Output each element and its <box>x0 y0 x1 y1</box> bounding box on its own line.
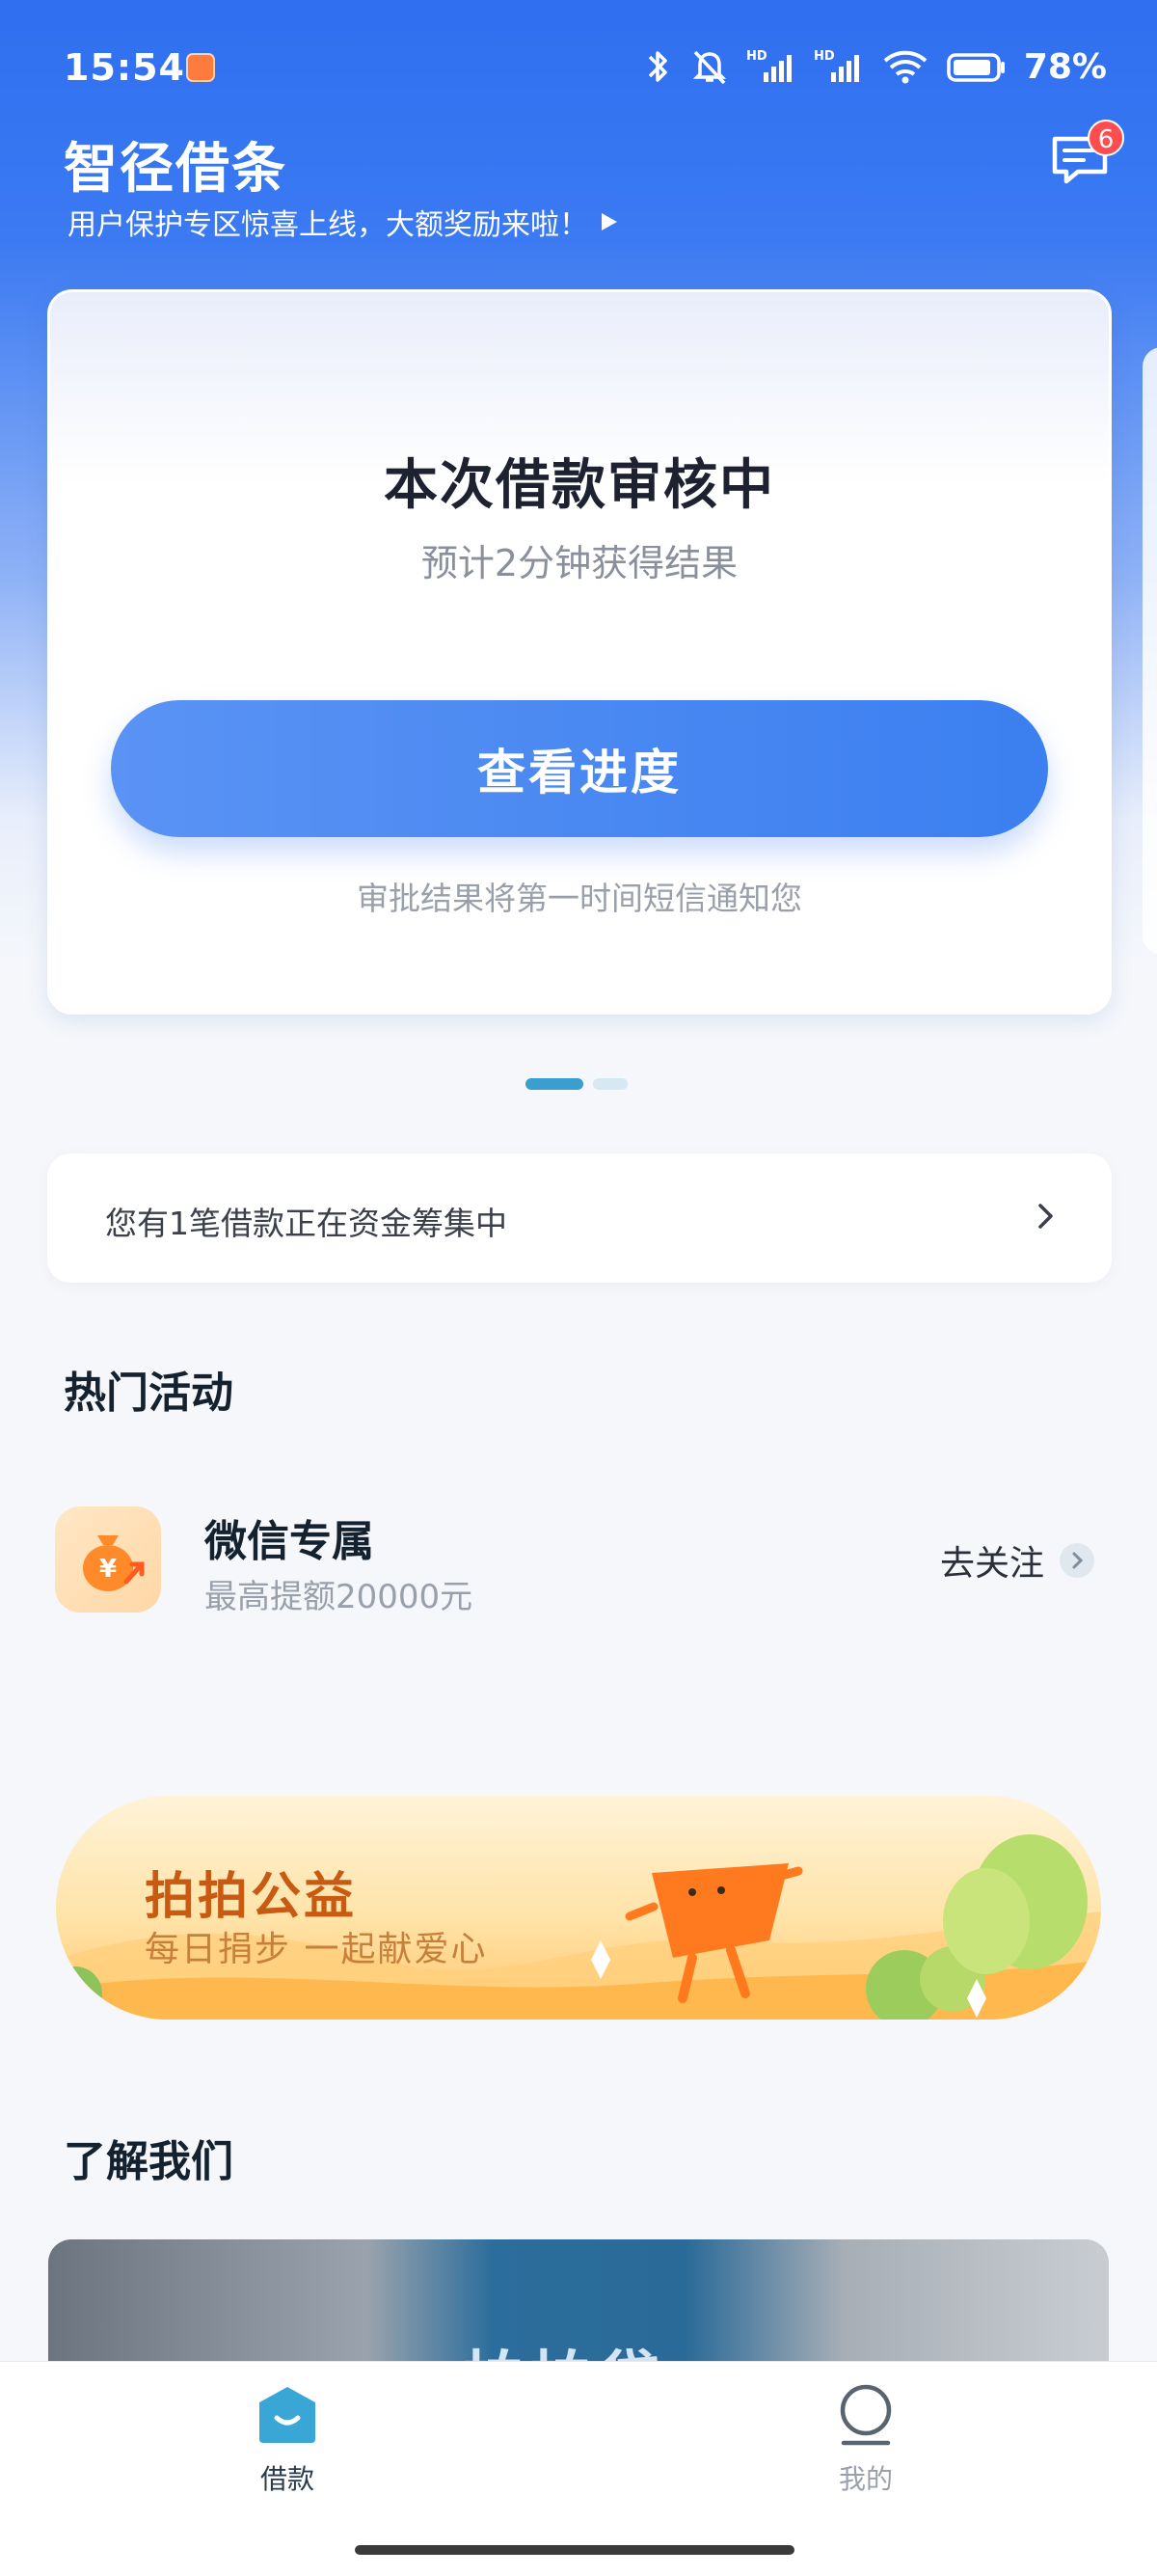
banner-title: 拍拍公益 <box>145 1868 358 1926</box>
notice-text: 您有1笔借款正在资金筹集中 <box>105 1205 507 1242</box>
loan-tab-icon <box>259 2387 315 2443</box>
fundraising-notice[interactable]: 您有1笔借款正在资金筹集中 <box>47 1153 1112 1283</box>
hd-signal-icon: HD <box>814 49 859 82</box>
tab-profile-label: 我的 <box>838 2463 893 2495</box>
charity-banner[interactable]: 拍拍公益 每日捐步 一起献爱心 <box>56 1796 1101 2020</box>
banner-subtitle: 每日捐步 一起献爱心 <box>145 1930 488 1969</box>
message-count-badge: 6 <box>1088 120 1124 156</box>
promo-link[interactable]: 用户保护专区惊喜上线，大额奖励来啦！ <box>67 201 617 243</box>
view-progress-button[interactable]: 查看进度 <box>111 700 1048 837</box>
wifi-icon <box>883 50 928 84</box>
svg-text:HD: HD <box>746 49 767 64</box>
about-us-title: 了解我们 <box>64 2137 233 2186</box>
app-shield-icon <box>186 53 215 82</box>
loan-status-card: 本次借款审核中 预计2分钟获得结果 查看进度 审批结果将第一时间短信通知您 <box>47 289 1112 1015</box>
play-arrow-icon <box>602 213 617 230</box>
activity-desc: 最高提额20000元 <box>204 1578 473 1616</box>
sms-notice-text: 审批结果将第一时间短信通知您 <box>357 880 802 917</box>
hd-signal-icon: HD <box>746 49 792 82</box>
tab-loan-label: 借款 <box>259 2463 314 2495</box>
bluetooth-icon <box>648 51 667 82</box>
money-bag-icon: ¥ <box>55 1506 161 1613</box>
app-title: 智径借条 <box>64 138 287 201</box>
hot-activities-title: 热门活动 <box>64 1369 233 1418</box>
status-bar: 15:54 HD HD 78% <box>0 0 1157 135</box>
status-time: 15:54 <box>64 46 185 89</box>
battery-icon <box>947 53 1005 82</box>
activity-name: 微信专属 <box>204 1517 374 1566</box>
battery-percent: 78% <box>1023 46 1107 87</box>
chevron-right-icon <box>1060 1543 1095 1578</box>
tab-profile[interactable]: 我的 <box>769 2383 962 2497</box>
svg-text:HD: HD <box>814 49 835 64</box>
loan-status-title: 本次借款审核中 <box>384 454 775 517</box>
promo-text: 用户保护专区惊喜上线，大额奖励来啦！ <box>67 208 588 242</box>
mute-bell-icon <box>692 50 727 85</box>
loan-status-subtitle: 预计2分钟获得结果 <box>420 542 739 584</box>
follow-label: 去关注 <box>940 1544 1045 1584</box>
pager-dot[interactable] <box>593 1078 628 1090</box>
tab-loan[interactable]: 借款 <box>191 2383 384 2497</box>
status-icons: HD HD 78% <box>644 44 1107 89</box>
chevron-right-icon <box>1038 1204 1053 1229</box>
follow-button[interactable]: 去关注 <box>940 1535 1095 1586</box>
carousel-pager <box>525 1078 628 1090</box>
profile-tab-icon <box>840 2384 892 2446</box>
pager-dot-active[interactable] <box>525 1078 583 1090</box>
bottom-tab-bar: 借款 我的 <box>0 2361 1157 2576</box>
home-indicator[interactable] <box>355 2545 794 2555</box>
svg-text:¥: ¥ <box>99 1555 117 1584</box>
next-card-peek[interactable] <box>1143 347 1157 955</box>
